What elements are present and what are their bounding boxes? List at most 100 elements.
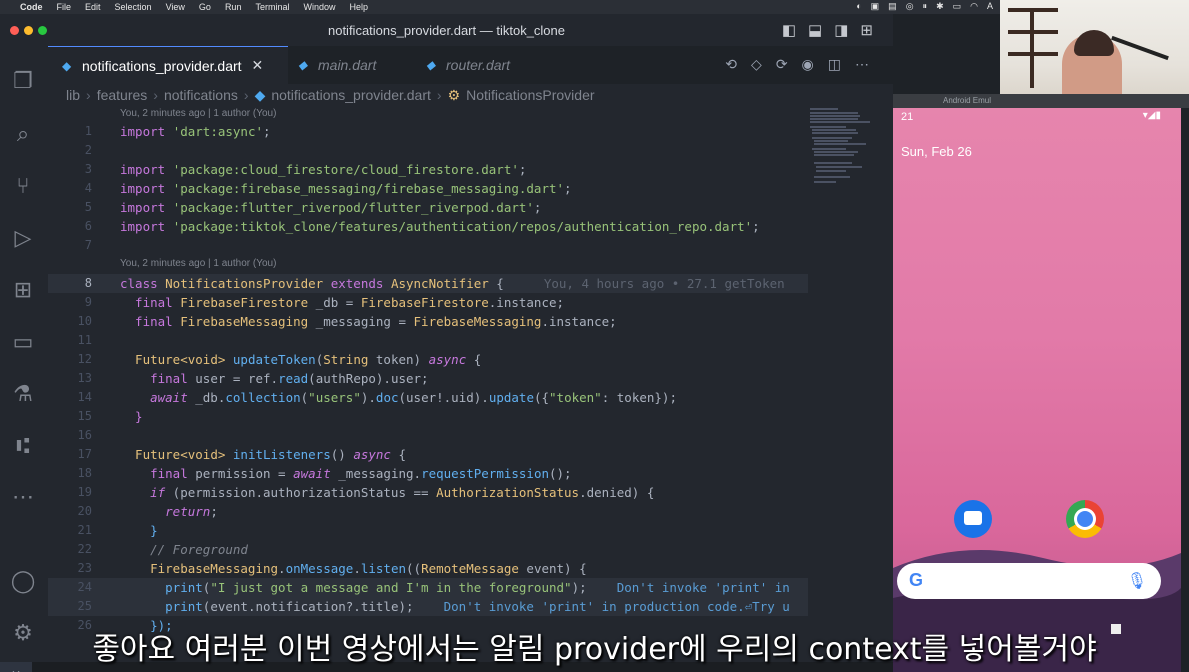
run-debug-icon[interactable]: ▷ <box>8 223 38 253</box>
code-token: initListeners <box>225 447 331 462</box>
code-line[interactable]: 6 import 'package:tiktok_clone/features/a… <box>48 217 808 236</box>
bluetooth-icon[interactable]: ✱ <box>936 1 944 12</box>
tab-main[interactable]: ◆ main.dart <box>298 46 418 84</box>
code-line[interactable]: 20 return; <box>48 502 808 521</box>
code-line[interactable]: 12 Future<void> updateToken(String token… <box>48 350 808 369</box>
code-line[interactable]: 16 <box>48 426 808 445</box>
minimap-line <box>810 118 858 120</box>
tray-icon[interactable]: ⏸ <box>923 1 928 12</box>
breadcrumb-item[interactable]: NotificationsProvider <box>466 87 594 103</box>
minimap[interactable] <box>808 106 878 666</box>
more-icon[interactable]: ⋯ <box>8 482 38 512</box>
battery-icon[interactable]: ▭ <box>953 1 962 12</box>
input-source-icon[interactable]: A <box>987 1 993 12</box>
explorer-icon[interactable]: ❐ <box>8 66 38 96</box>
next-change-icon[interactable]: ⟳ <box>776 56 788 73</box>
code-token: 'package:flutter_riverpod/flutter_riverp… <box>172 200 534 215</box>
codelens-blame[interactable]: You, 2 minutes ago | 1 author (You) <box>120 258 276 272</box>
toggle-sidebar-icon[interactable]: ◧ <box>782 21 796 39</box>
code-token: user = ref. <box>195 371 279 386</box>
search-icon[interactable]: ⌕ <box>8 119 38 149</box>
menu-terminal[interactable]: Terminal <box>255 2 289 12</box>
code-editor[interactable]: You, 2 minutes ago | 1 author (You) 1 imp… <box>48 106 808 672</box>
home-date: Sun, Feb 26 <box>901 144 972 159</box>
code-line[interactable]: 10 final FirebaseMessaging _messaging = … <box>48 312 808 331</box>
menu-edit[interactable]: Edit <box>85 2 101 12</box>
editor-scrollbar[interactable] <box>879 106 887 626</box>
menu-run[interactable]: Run <box>225 2 242 12</box>
code-line[interactable]: 14 await _db.collection("users").doc(use… <box>48 388 808 407</box>
breadcrumb-item[interactable]: lib <box>66 87 80 103</box>
code-line[interactable]: 19 if (permission.authorizationStatus ==… <box>48 483 808 502</box>
code-token: (permission.authorizationStatus == <box>165 485 437 500</box>
tray-icon[interactable]: ▣ <box>871 1 880 12</box>
remote-explorer-icon[interactable]: ▭ <box>8 327 38 357</box>
source-control-icon[interactable]: ⑂ <box>8 171 38 201</box>
code-line[interactable]: 13 final user = ref.read(authRepo).user; <box>48 369 808 388</box>
tray-icon[interactable]: ▤ <box>888 1 897 12</box>
line-number: 21 <box>77 523 92 537</box>
tab-notifications-provider[interactable]: ◆ notifications_provider.dart ✕ <box>48 46 288 84</box>
messages-app-icon[interactable] <box>954 500 992 538</box>
code-token: ; <box>263 124 271 139</box>
wifi-icon[interactable]: ◠ <box>970 1 978 12</box>
code-line[interactable]: 11 <box>48 331 808 350</box>
breadcrumb-item[interactable]: features <box>97 87 148 103</box>
codelens-blame[interactable]: You, 2 minutes ago | 1 author (You) <box>120 108 276 122</box>
split-editor-icon[interactable]: ◫ <box>828 56 841 73</box>
line-number: 10 <box>77 314 92 328</box>
code-line[interactable]: 5 import 'package:flutter_riverpod/flutte… <box>48 198 808 217</box>
line-number: 9 <box>84 295 92 309</box>
code-line[interactable]: 4 import 'package:firebase_messaging/fire… <box>48 179 808 198</box>
menu-go[interactable]: Go <box>199 2 211 12</box>
google-search-bar[interactable]: G 🎙 <box>897 563 1161 599</box>
menu-view[interactable]: View <box>166 2 185 12</box>
chrome-app-icon[interactable] <box>1066 500 1104 538</box>
open-changes-icon[interactable]: ⟲ <box>725 56 737 73</box>
code-token: final <box>120 371 196 386</box>
minimap-line <box>812 148 846 150</box>
tray-icon[interactable]: ◎ <box>906 1 914 12</box>
code-line[interactable]: 9 final FirebaseFirestore _db = Firebase… <box>48 293 808 312</box>
customize-layout-icon[interactable]: ⊞ <box>860 21 873 39</box>
toggle-secondary-sidebar-icon[interactable]: ◨ <box>834 21 848 39</box>
menu-help[interactable]: Help <box>349 2 368 12</box>
tray-icon[interactable]: ◐ <box>856 1 861 12</box>
code-line[interactable]: 2 <box>48 141 808 160</box>
account-icon[interactable]: ◯ <box>8 566 38 596</box>
menu-file[interactable]: File <box>57 2 72 12</box>
code-line-warning[interactable]: 24 print("I just got a message and I'm i… <box>48 578 808 597</box>
more-actions-icon[interactable]: ⋯ <box>855 56 869 73</box>
close-tab-icon[interactable]: ✕ <box>252 57 264 74</box>
code-line[interactable]: 15 } <box>48 407 808 426</box>
code-line[interactable]: 3 import 'package:cloud_firestore/cloud_f… <box>48 160 808 179</box>
previous-change-icon[interactable]: ◇ <box>751 56 762 73</box>
code-line[interactable]: 1 import 'dart:async'; <box>48 122 808 141</box>
git-graph-icon[interactable]: ⑆ <box>8 431 38 461</box>
minimap-line <box>810 126 846 128</box>
tab-router[interactable]: ◆ router.dart <box>426 46 546 84</box>
code-line-current[interactable]: 8 class NotificationsProvider extends Asy… <box>48 274 808 293</box>
code-line[interactable]: 22 // Foreground <box>48 540 808 559</box>
code-token: } <box>120 523 158 538</box>
menu-window[interactable]: Window <box>303 2 335 12</box>
code-line[interactable]: 23 FirebaseMessaging.onMessage.listen((R… <box>48 559 808 578</box>
line-number: 5 <box>84 200 92 214</box>
menu-selection[interactable]: Selection <box>115 2 152 12</box>
menu-app[interactable]: Code <box>20 2 43 12</box>
microphone-icon[interactable]: 🎙 <box>1127 571 1147 591</box>
testing-icon[interactable]: ⚗ <box>8 379 38 409</box>
tab-label: main.dart <box>318 57 377 73</box>
toggle-panel-icon[interactable]: ⬓ <box>808 21 822 39</box>
android-emulator-screen[interactable]: 21 ▾◢▮ Sun, Feb 26 G 🎙 <box>893 108 1181 672</box>
breadcrumb-item[interactable]: notifications <box>164 87 238 103</box>
code-line[interactable]: 18 final permission = await _messaging.r… <box>48 464 808 483</box>
code-line[interactable]: 17 Future<void> initListeners() async { <box>48 445 808 464</box>
extensions-icon[interactable]: ⊞ <box>8 275 38 305</box>
code-line[interactable]: 7 <box>48 236 808 255</box>
code-token: requestPermission <box>421 466 549 481</box>
breadcrumb-item[interactable]: notifications_provider.dart <box>271 87 431 103</box>
git-lens-icon[interactable]: ◉ <box>802 56 814 73</box>
code-line[interactable]: 21 } <box>48 521 808 540</box>
code-line-warning[interactable]: 25 print(event.notification?.title); Don… <box>48 597 808 616</box>
